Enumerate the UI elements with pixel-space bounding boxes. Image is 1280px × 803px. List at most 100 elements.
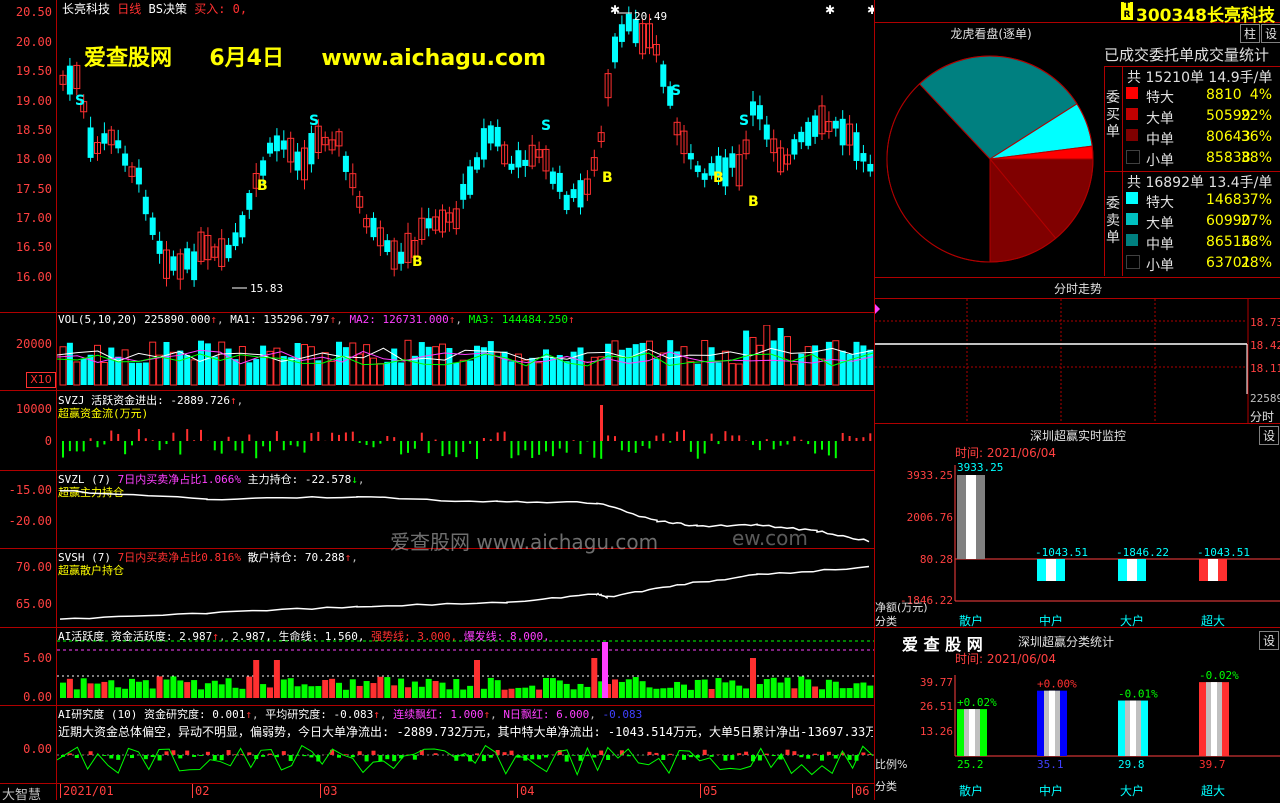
flow-bar-out [787, 441, 789, 445]
candle-down [170, 256, 176, 270]
candle-down [67, 66, 73, 95]
longhu-title: 龙虎看盘(逐单) [876, 25, 1106, 42]
fund-flow-chart[interactable] [57, 391, 874, 469]
intraday-y-label-1: 18.73 [1250, 316, 1280, 329]
sell-percent: 28% [1241, 255, 1272, 271]
flow-bar-in [683, 430, 685, 441]
star-marker: ✱ [610, 3, 620, 17]
main-chart-area[interactable]: 长亮科技 日线 BS决策 买入: 0, 爱查股网 6月4日 www.aichag… [0, 0, 875, 800]
flow-bar-in [483, 438, 485, 441]
price-candlestick-chart[interactable]: SSSSSBBBBB✱✱✱ [57, 0, 874, 311]
research-bar [130, 755, 134, 758]
activity-bar [702, 680, 708, 698]
flow-bar-out [379, 441, 381, 444]
longhu-pie-chart[interactable] [883, 52, 1097, 266]
classify-bar-highlight [1049, 691, 1055, 756]
volume-chart[interactable] [57, 325, 874, 388]
flow-bar-out [469, 441, 471, 444]
high-price-label: 20.49 [634, 10, 667, 23]
volume-bar-down [743, 331, 749, 385]
retail-holding-chart[interactable] [57, 549, 874, 626]
volume-bar-down [412, 356, 418, 385]
volume-bar-down [564, 361, 570, 385]
flow-bar-in [248, 434, 250, 441]
svsh-y-label-1: 70.00 [0, 560, 52, 574]
monitor-x-unit: 分类 [875, 614, 897, 627]
research-bar [102, 755, 106, 756]
research-bar [165, 751, 169, 755]
flow-bar-out [642, 441, 644, 446]
flow-bar-out [407, 441, 409, 453]
sell-signal: S [309, 113, 319, 129]
star-marker: ✱ [825, 3, 835, 17]
classify-bar [1118, 701, 1148, 756]
classify-bar-chart[interactable]: 39.7726.5113.26+0.02%25.2散户+0.00%35.1中户-… [875, 660, 1280, 800]
price-y-label: 16.50 [0, 240, 52, 254]
research-bar [365, 755, 369, 761]
candle-down [867, 164, 873, 172]
flow-bar-out [752, 441, 754, 445]
pin-button[interactable]: 柱 [1240, 24, 1260, 43]
research-chart[interactable] [57, 735, 874, 782]
monitor-bar-chart[interactable]: 3933.252006.7680.28-1846.223933.25散户-104… [875, 455, 1280, 627]
research-bar [144, 755, 148, 759]
activity-bar [619, 682, 625, 698]
sell-name: 大单 [1146, 213, 1174, 233]
intraday-chart[interactable] [875, 299, 1280, 423]
flow-bar-out [235, 441, 237, 451]
activity-bar [412, 682, 418, 698]
vol-scale-box: X10 [26, 372, 56, 388]
buy-row: 中单 80643 36% [1126, 128, 1280, 149]
research-bar [489, 755, 493, 758]
research-bar [530, 755, 534, 759]
research-bar [482, 755, 486, 761]
research-bar [192, 755, 196, 757]
flow-bar-in [138, 429, 140, 441]
candle-down [191, 251, 197, 280]
main-holding-chart[interactable] [57, 471, 874, 547]
activity-bar [212, 681, 218, 698]
candle-down [184, 248, 190, 269]
ai-activity-chart[interactable] [57, 628, 874, 704]
flow-bar-out [166, 441, 168, 444]
activity-bar [515, 688, 521, 698]
activity-bar [350, 679, 356, 698]
activity-bar [81, 678, 87, 698]
research-bar [372, 751, 376, 755]
candle-down [791, 139, 797, 154]
candle-down [88, 127, 94, 157]
monitor-bar [1037, 559, 1065, 581]
flow-bar-out [290, 441, 292, 445]
flow-bar-out [400, 441, 402, 454]
flow-bar-in [172, 433, 174, 441]
candle-down [115, 140, 121, 148]
sell-swatch [1126, 255, 1140, 269]
activity-bar [308, 686, 314, 698]
flow-bar-out [221, 441, 223, 454]
flow-bar-out [559, 441, 561, 449]
research-bar [861, 752, 865, 755]
flow-bar-in [421, 433, 423, 441]
research-bar [848, 755, 852, 760]
activity-bar [647, 687, 653, 698]
research-bar [661, 755, 665, 760]
volume-bar-up [274, 348, 280, 385]
flow-bar-in [276, 431, 278, 441]
monitor-settings-button[interactable]: 设 [1259, 426, 1279, 445]
intraday-time-label: 分时 [1250, 408, 1274, 425]
volume-bar-down [315, 360, 321, 385]
research-line [57, 746, 873, 775]
activity-bar [474, 660, 480, 698]
research-bar [220, 755, 224, 760]
candle-down [522, 160, 528, 166]
longhu-settings-button[interactable]: 设 [1261, 24, 1280, 43]
activity-bar [74, 689, 80, 698]
activity-bar [564, 684, 570, 698]
volume-bar-up [736, 364, 742, 385]
activity-bar [757, 684, 763, 698]
volume-bar-up [74, 362, 80, 385]
classify-settings-button[interactable]: 设 [1259, 631, 1279, 650]
sell-swatch [1126, 234, 1138, 246]
activity-bar [709, 689, 715, 698]
buy-row: 特大 8810 4% [1126, 86, 1280, 107]
